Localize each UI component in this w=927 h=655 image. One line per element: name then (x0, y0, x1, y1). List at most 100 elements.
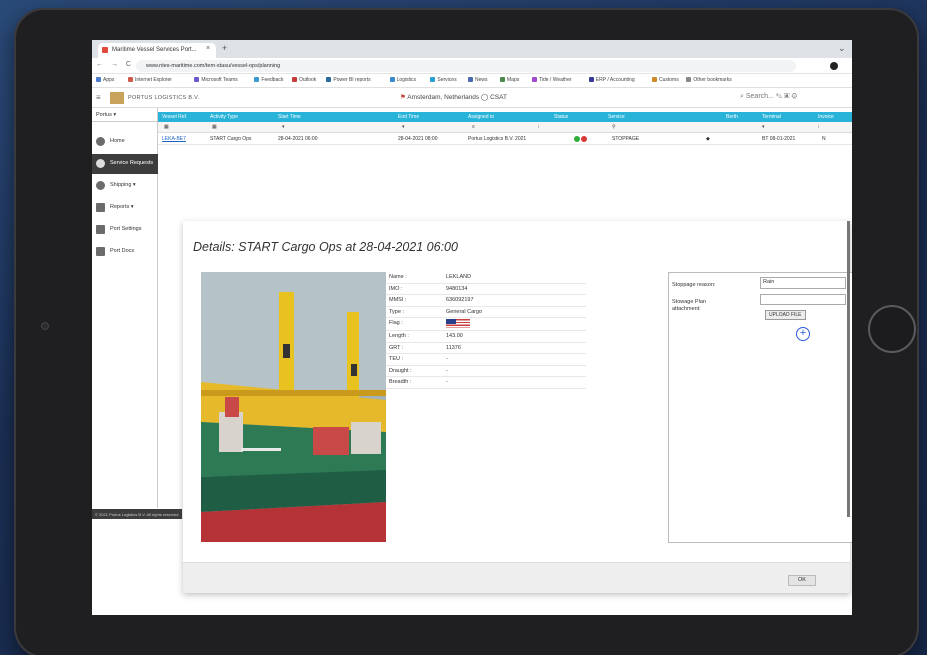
cell-activity: START Cargo Ops (210, 136, 252, 142)
cell-vessel-ref[interactable]: LEKA-BE7 (162, 136, 186, 142)
stowage-plan-input[interactable] (760, 294, 846, 305)
bookmark-item[interactable]: Outlook (292, 77, 316, 83)
dialog-scrollbar[interactable] (847, 221, 850, 517)
column-header[interactable]: Activity Type (210, 114, 238, 120)
browser-tab[interactable]: Maritime Vessel Services Port... × (98, 43, 216, 58)
close-icon[interactable]: × (206, 45, 210, 52)
location-indicator[interactable]: ⚑ Amsterdam, Netherlands ◯ CSAT (400, 93, 507, 101)
flag-icon (446, 319, 470, 328)
cell-berth: BT 08-01-2021 (762, 136, 796, 142)
field-label: IMO : (389, 285, 403, 292)
bookmark-item[interactable]: Microsoft Teams (194, 77, 238, 83)
filter-icon[interactable]: ⁝ (538, 124, 540, 130)
sidebar-item-label: Service Requests (110, 160, 154, 166)
vessel-icon: ◆ (706, 136, 710, 142)
service-icon (96, 159, 105, 168)
sidebar-dropdown[interactable]: Portus ▾ (92, 108, 158, 122)
url-input[interactable]: www.ntes-maritime.com/tem-stasu/vessel-o… (136, 60, 796, 72)
cell-end-time: 28-04-2021 08:00 (398, 136, 438, 142)
bookmark-item[interactable]: Internet Explorer (128, 77, 172, 83)
bookmark-label: Outlook (299, 77, 317, 83)
bookmark-icon (500, 77, 505, 82)
column-header[interactable]: Terminal (762, 114, 781, 120)
header-toolbar[interactable]: ⌕ Search... ✎ ▣ ⚙ (740, 93, 797, 101)
column-header[interactable]: Start Time (278, 114, 301, 120)
company-logo (110, 92, 124, 104)
vessel-row-type: Type : General Cargo (386, 307, 586, 318)
tablet-home-button[interactable] (868, 305, 916, 353)
column-header[interactable]: Status (554, 114, 568, 120)
column-header[interactable]: Vessel Ref. (162, 114, 187, 120)
bookmark-item[interactable]: ERP / Accounting (588, 77, 635, 83)
vessel-row-breadth: Breadth : - (386, 377, 586, 389)
report-icon (96, 203, 105, 212)
nav-buttons[interactable]: ← → C (96, 61, 134, 68)
bookmark-item[interactable]: Maps (500, 77, 519, 83)
docs-icon (96, 247, 105, 256)
bookmark-label: Apps (103, 77, 115, 83)
map-pin-icon: ⚑ (400, 94, 406, 101)
field-label: TEU : (389, 356, 404, 362)
new-tab-button[interactable]: + (222, 43, 227, 53)
sidebar-item-port-settings[interactable]: Port Settings (92, 220, 158, 240)
bookmark-icon (254, 77, 260, 82)
field-label: Breadth : (389, 379, 412, 385)
ship-icon (96, 181, 105, 190)
bookmark-item[interactable]: News (468, 77, 488, 83)
address-bar-row: ← → C www.ntes-maritime.com/tem-stasu/ve… (92, 58, 852, 74)
bookmark-label: Microsoft Teams (201, 77, 238, 83)
bookmark-item[interactable]: Other bookmarks (686, 77, 732, 83)
column-header[interactable]: Invoice (818, 114, 834, 120)
column-header[interactable]: Berth (726, 114, 738, 120)
field-value: 11376 (446, 344, 461, 351)
bookmark-item[interactable]: Services (430, 77, 457, 83)
bookmark-icon (194, 77, 200, 82)
column-header[interactable]: Service (608, 114, 625, 120)
bookmark-item[interactable]: Apps (96, 77, 114, 83)
field-label: Flag : (389, 320, 403, 326)
field-value: 9480134 (446, 285, 468, 292)
bookmark-icon (468, 77, 473, 82)
column-header[interactable]: Assigned to (468, 114, 494, 120)
browser-tab-bar: Maritime Vessel Services Port... × + ⌄ (92, 40, 852, 58)
column-header[interactable]: End Time (398, 114, 419, 120)
stoppage-panel: Stoppage reason: Rain × Stowage Plan att… (668, 272, 852, 543)
ok-button[interactable]: OK (788, 575, 816, 586)
filter-icon[interactable]: ▦ (164, 124, 169, 130)
account-avatar[interactable] (830, 62, 838, 70)
bookmark-icon (532, 77, 537, 82)
table-row[interactable]: LEKA-BE7 START Cargo Ops 28-04-2021 06:0… (158, 133, 852, 145)
window-menu-button[interactable]: ⌄ (838, 43, 846, 54)
filter-dropdown[interactable]: ▾ (762, 124, 765, 130)
bookmark-item[interactable]: Logistics (389, 77, 417, 83)
hamburger-icon[interactable]: ≡ (96, 93, 101, 102)
sidebar-item-label: Shipping ▾ (110, 182, 136, 188)
bookmark-icon (588, 77, 594, 82)
filter-icon[interactable]: ▦ (212, 124, 217, 130)
vessel-details-table: Name : LEKLAND IMO : 9480134 MMSI : 6360921… (386, 272, 586, 389)
bookmark-label: Internet Explorer (135, 77, 172, 83)
bookmark-item[interactable]: Customs (652, 77, 679, 83)
bookmarks-bar: Apps Internet Explorer Microsoft Teams Feed… (92, 74, 852, 88)
sidebar-item-service-requests[interactable]: Service Requests (92, 154, 158, 174)
search-icon[interactable]: ⚲ (612, 124, 616, 130)
bookmark-item[interactable]: Feedback (254, 77, 283, 83)
sidebar-item-home[interactable]: Home (92, 132, 158, 152)
tablet-screen: Maritime Vessel Services Port... × + ⌄ ←… (92, 40, 852, 615)
stoppage-reason-input[interactable]: Rain (760, 277, 846, 289)
sidebar-item-port-docs[interactable]: Port Docs (92, 242, 158, 262)
bookmark-label: Feedback (261, 77, 284, 83)
add-stoppage-icon[interactable]: + (796, 327, 810, 341)
filter-dropdown[interactable]: ▾ (282, 124, 285, 130)
sidebar-item-shipping[interactable]: Shipping ▾ (92, 176, 158, 196)
filter-dropdown[interactable]: ▾ (402, 124, 405, 130)
upload-file-button[interactable]: UPLOAD FILE (765, 310, 806, 320)
bookmark-item[interactable]: Tide / Weather (532, 77, 572, 83)
ship-illustration (201, 272, 386, 542)
bookmark-item[interactable]: Power BI reports (326, 77, 371, 83)
bookmark-label: Logistics (396, 77, 417, 83)
filter-icon[interactable]: ⁝ (818, 124, 820, 130)
filter-icon[interactable]: ≡ (472, 124, 475, 130)
cell-start-time: 28-04-2021 06:00 (278, 136, 318, 142)
sidebar-item-reports[interactable]: Reports ▾ (92, 198, 158, 218)
